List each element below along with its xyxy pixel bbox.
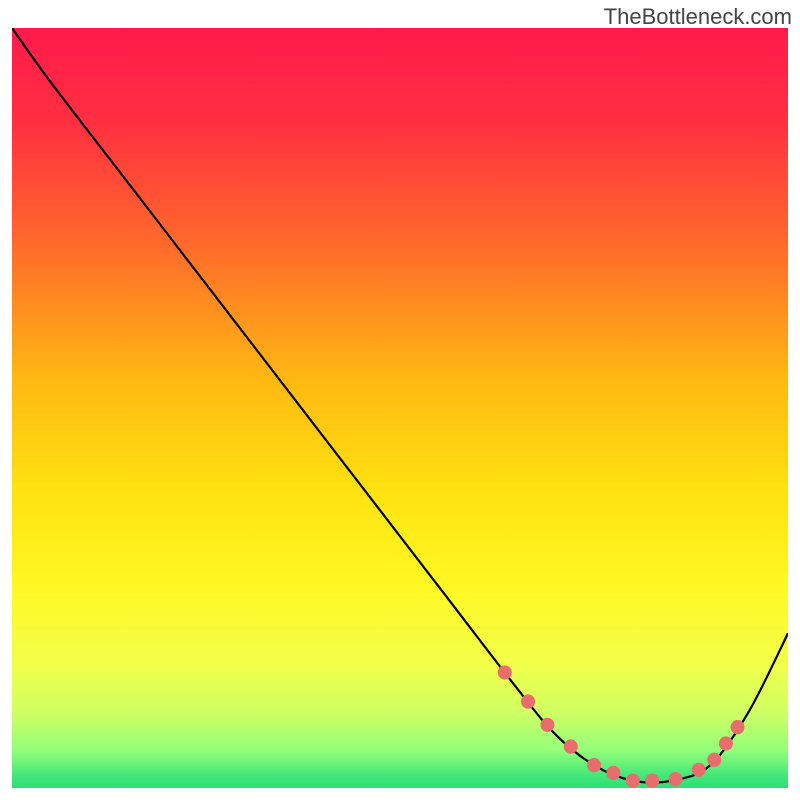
chart-canvas: TheBottleneck.com [0,0,800,800]
plot-area [12,28,788,788]
watermark-text: TheBottleneck.com [604,4,792,30]
gradient-background [12,28,788,788]
